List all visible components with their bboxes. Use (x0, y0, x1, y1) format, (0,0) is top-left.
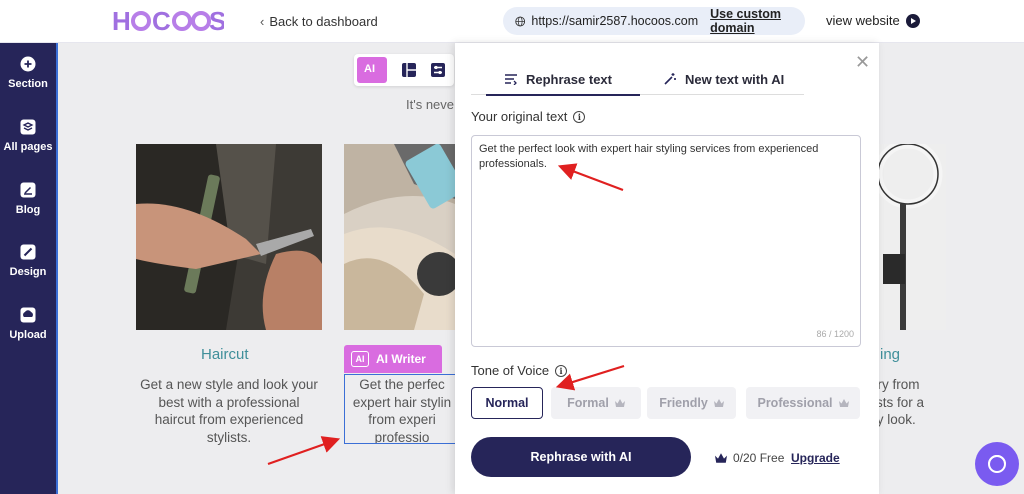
play-icon (905, 13, 920, 28)
rephrase-icon (505, 74, 517, 85)
ring-light-image[interactable] (878, 144, 946, 330)
section-subtitle-partial: It's neve (406, 97, 455, 112)
ai-writer-button[interactable]: AI AI Writer (344, 345, 442, 373)
tone-friendly-option[interactable]: Friendly (647, 387, 736, 419)
top-bar: H C S ‹ Back to dashboard https://samir2… (0, 0, 1024, 43)
rephrase-button-label: Rephrase with AI (530, 450, 632, 464)
site-url[interactable]: https://samir2587.hocoos.com (531, 14, 698, 28)
tone-professional-option[interactable]: Professional (746, 387, 860, 419)
ai-badge-icon: AI (351, 351, 369, 367)
plus-circle-icon (20, 56, 36, 72)
tab-label: New text with AI (685, 71, 785, 87)
original-text-value: Get the perfect look with expert hair st… (479, 143, 819, 170)
magic-wand-icon (664, 73, 676, 85)
sidebar-item-upload[interactable]: Upload (0, 307, 56, 341)
svg-text:C: C (152, 6, 171, 36)
site-url-box: https://samir2587.hocoos.com Use custom … (503, 7, 805, 35)
crown-icon (713, 399, 724, 407)
settings-sliders-icon[interactable] (430, 62, 446, 78)
use-custom-domain-link[interactable]: Use custom domain (710, 7, 805, 35)
crown-icon (838, 399, 849, 407)
chat-support-icon (988, 455, 1006, 473)
crown-icon (614, 399, 625, 407)
tone-formal-option[interactable]: Formal (551, 387, 641, 419)
free-usage-counter: 0/20 Free (715, 451, 784, 465)
layers-icon (20, 119, 36, 135)
ai-toolbar-button[interactable]: AI (357, 57, 387, 83)
back-to-dashboard-link[interactable]: ‹ Back to dashboard (260, 14, 378, 29)
tab-rephrase-text[interactable]: Rephrase text (486, 63, 640, 96)
info-icon[interactable]: i (555, 364, 568, 377)
left-sidebar: Section All pages Blog Design Upload (0, 43, 56, 494)
sidebar-item-label: Section (8, 78, 48, 90)
tone-label-text: Tone of Voice (471, 363, 550, 378)
original-text-input[interactable]: Get the perfect look with expert hair st… (471, 135, 861, 347)
sidebar-item-all-pages[interactable]: All pages (0, 119, 56, 153)
brush-icon (20, 244, 36, 260)
card-title: ing (880, 346, 901, 363)
sidebar-item-design[interactable]: Design (0, 244, 56, 278)
selected-text-block[interactable]: Get the perfec expert hair stylin from e… (344, 374, 456, 444)
panel-tabs: Rephrase text New text with AI (471, 63, 804, 96)
tone-normal-option[interactable]: Normal (471, 387, 543, 419)
tone-label: Formal (567, 396, 609, 410)
close-icon[interactable]: ✕ (855, 52, 870, 73)
cloud-upload-icon (20, 307, 36, 323)
svg-text:H: H (112, 6, 131, 36)
haircut-image[interactable] (136, 144, 322, 330)
view-website-label: view website (826, 13, 900, 28)
tone-of-voice-label: Tone of Voice i (471, 363, 568, 378)
char-count: 86 / 1200 (816, 329, 854, 339)
card-description: Get the perfec expert hair stylin from e… (352, 377, 452, 444)
sidebar-item-blog[interactable]: Blog (0, 182, 56, 216)
sidebar-item-label: Upload (9, 329, 47, 341)
tab-label: Rephrase text (526, 71, 612, 87)
tab-new-text-with-ai[interactable]: New text with AI (663, 63, 784, 95)
sidebar-item-label: All pages (3, 141, 53, 153)
ai-toolbar-label: AI (364, 63, 375, 75)
original-text-label: Your original text i (471, 109, 586, 124)
sidebar-item-section[interactable]: Section (0, 56, 56, 90)
ai-writer-label: AI Writer (376, 352, 426, 366)
hair-styling-image[interactable] (344, 144, 455, 330)
info-icon[interactable]: i (573, 110, 586, 123)
layout-icon[interactable] (401, 62, 417, 78)
sidebar-item-label: Design (9, 266, 47, 278)
globe-icon (515, 16, 526, 26)
view-website-link[interactable]: view website (826, 13, 920, 28)
help-chat-button[interactable] (975, 442, 1019, 486)
upgrade-link[interactable]: Upgrade (791, 451, 840, 465)
back-label: Back to dashboard (269, 14, 378, 29)
card-title: Haircut (201, 346, 249, 363)
card-description: dry from lists for a cy look. (870, 377, 925, 427)
sidebar-item-label: Blog (15, 204, 41, 216)
original-text-label-text: Your original text (471, 109, 568, 124)
svg-text:S: S (209, 6, 224, 36)
chevron-left-icon: ‹ (260, 14, 265, 29)
ai-rephrase-panel: ✕ Rephrase text New text with AI Your or… (455, 43, 879, 494)
rephrase-with-ai-button[interactable]: Rephrase with AI (471, 437, 691, 477)
edit-square-icon (20, 182, 36, 198)
card-description: Get a new style and look your best with … (140, 377, 318, 445)
tone-label: Normal (485, 396, 529, 410)
element-toolbar: AI (354, 54, 454, 86)
hocoos-logo[interactable]: H C S (112, 6, 224, 36)
tone-label: Friendly (659, 396, 708, 410)
tone-label: Professional (757, 396, 833, 410)
canvas-edge (56, 43, 58, 494)
free-count-text: 0/20 Free (733, 451, 785, 465)
crown-icon (715, 453, 727, 463)
